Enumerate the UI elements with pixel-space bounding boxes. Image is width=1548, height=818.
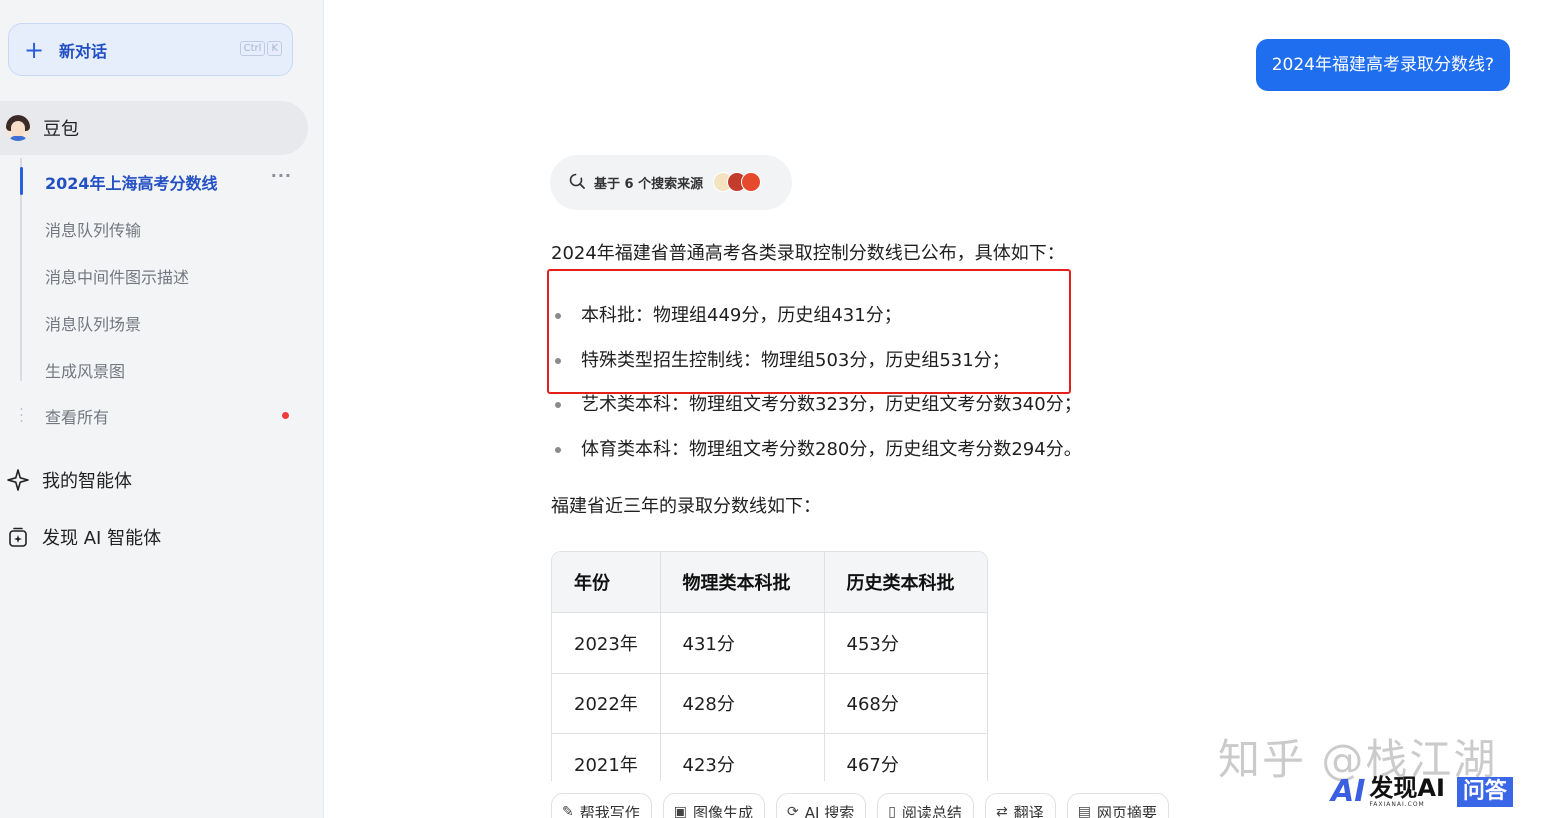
logo-brand: 发现AI <box>1369 774 1445 802</box>
web-summary-label: 网页摘要 <box>1096 803 1157 818</box>
see-all-button[interactable]: · · · 查看所有 <box>0 396 308 436</box>
history-item[interactable]: 2024年上海高考分数线 ··· <box>20 158 310 205</box>
app-window: + 新对话 Ctrl K 豆包 2024年上海高考分数线 ··· 消息队列传输 … <box>0 0 1548 818</box>
table-row: 2022年 428分 468分 <box>552 672 987 734</box>
table-cell: 423分 <box>659 733 825 781</box>
history-item-label: 消息队列传输 <box>45 220 142 240</box>
my-agents-label: 我的智能体 <box>42 471 132 492</box>
new-chat-label: 新对话 <box>59 41 108 61</box>
red-highlight-box <box>547 269 1071 394</box>
sources-label: 基于 6 个搜索来源 <box>594 177 704 192</box>
source-favicon-3 <box>741 171 762 192</box>
faxianai-logo: AI 发现AI FAXIANAI.COM 问答 <box>1331 774 1513 809</box>
translate-label: 翻译 <box>1013 803 1044 818</box>
skill-toolbar: ✎ 帮我写作 ▣ 图像生成 ⟳ AI 搜索 ▯ 阅读总结 ⇄ 翻译 ▤ 网页摘要 <box>551 793 1169 818</box>
search-sources-chip[interactable]: 基于 6 个搜索来源 <box>550 155 792 210</box>
history-item-label: 生成风景图 <box>45 361 126 381</box>
table-cell: 428分 <box>659 672 825 734</box>
history-item[interactable]: 生成风景图 <box>22 346 310 393</box>
webpage-icon: ▤ <box>1077 804 1091 818</box>
table-row: 2021年 423分 467分 <box>552 733 987 781</box>
plus-icon: + <box>23 35 45 64</box>
write-button[interactable]: ✎ 帮我写作 <box>551 793 652 818</box>
bot-name: 豆包 <box>43 119 79 140</box>
image-gen-label: 图像生成 <box>692 803 753 818</box>
avatar <box>5 115 31 141</box>
new-chat-button[interactable]: + 新对话 Ctrl K <box>8 23 293 76</box>
user-message: 2024年福建高考录取分数线? <box>1255 39 1510 91</box>
search-refresh-icon <box>568 172 586 194</box>
read-icon: ▯ <box>888 804 896 818</box>
list-item: 体育类本科：物理组文考分数280分，历史组文考分数294分。 <box>551 428 1191 473</box>
table-cell: 453分 <box>823 612 987 674</box>
translate-icon: ⇄ <box>995 804 1008 818</box>
bot-doubao[interactable]: 豆包 <box>0 101 308 155</box>
history-item-label: 2024年上海高考分数线 <box>45 173 218 193</box>
ai-search-button[interactable]: ⟳ AI 搜索 <box>776 793 867 818</box>
source-favicons <box>713 171 763 194</box>
write-label: 帮我写作 <box>579 803 640 818</box>
shortcut-hint: Ctrl K <box>239 41 282 56</box>
history-item[interactable]: 消息队列场景 <box>22 299 310 346</box>
pen-icon: ✎ <box>562 804 574 818</box>
table-cell: 431分 <box>659 612 825 674</box>
history-item[interactable]: 消息中间件图示描述 <box>22 252 310 299</box>
discover-icon <box>0 525 38 549</box>
shortcut-key-ctrl: Ctrl <box>239 41 266 56</box>
image-gen-button[interactable]: ▣ 图像生成 <box>662 793 765 818</box>
table-header: 物理类本科批 <box>659 552 825 613</box>
history-item-label: 消息中间件图示描述 <box>45 267 190 287</box>
ai-search-label: AI 搜索 <box>804 803 855 818</box>
table-cell: 467分 <box>823 733 987 781</box>
sparkle-icon <box>0 468 38 492</box>
scores-table: 年份 物理类本科批 历史类本科批 2023年 431分 453分 2022年 4… <box>551 551 988 781</box>
table-cell: 2023年 <box>552 612 661 674</box>
history-item[interactable]: 消息队列传输 <box>22 205 310 252</box>
translate-button[interactable]: ⇄ 翻译 <box>984 793 1056 818</box>
logo-badge: 问答 <box>1456 776 1513 807</box>
more-icon[interactable]: ··· <box>271 166 292 185</box>
chat-area: 2024年福建高考录取分数线? 基于 6 个搜索来源 2024年福建省普通高考各… <box>324 0 1548 818</box>
table-cell: 2021年 <box>552 733 661 781</box>
table-header: 年份 <box>552 552 661 613</box>
discover-agents-label: 发现 AI 智能体 <box>42 528 162 549</box>
shortcut-key-k: K <box>267 41 282 56</box>
sidebar: + 新对话 Ctrl K 豆包 2024年上海高考分数线 ··· 消息队列传输 … <box>0 0 324 818</box>
table-cell: 2022年 <box>552 672 661 734</box>
read-summary-label: 阅读总结 <box>901 803 962 818</box>
my-agents-button[interactable]: 我的智能体 <box>0 460 308 500</box>
discover-agents-button[interactable]: 发现 AI 智能体 <box>0 517 308 557</box>
table-cell: 468分 <box>823 672 987 734</box>
answer-intro: 2024年福建省普通高考各类录取控制分数线已公布，具体如下： <box>551 243 1065 264</box>
logo-domain: FAXIANAI.COM <box>1369 801 1425 808</box>
table-header: 历史类本科批 <box>823 552 987 613</box>
vertical-dots-icon: · · · <box>19 402 24 430</box>
image-icon: ▣ <box>673 804 687 818</box>
see-all-label: 查看所有 <box>45 408 110 427</box>
table-row: 2023年 431分 453分 <box>552 612 987 674</box>
history-list: 2024年上海高考分数线 ··· 消息队列传输 消息中间件图示描述 消息队列场景… <box>20 158 310 381</box>
ai-logo-icon: AI <box>1331 774 1366 809</box>
read-summary-button[interactable]: ▯ 阅读总结 <box>877 793 974 818</box>
recent-years-intro: 福建省近三年的录取分数线如下： <box>551 496 821 517</box>
notification-dot <box>282 412 289 419</box>
history-item-label: 消息队列场景 <box>45 314 142 334</box>
search-icon: ⟳ <box>787 804 799 818</box>
web-summary-button[interactable]: ▤ 网页摘要 <box>1066 793 1169 818</box>
table-header-row: 年份 物理类本科批 历史类本科批 <box>552 552 987 613</box>
